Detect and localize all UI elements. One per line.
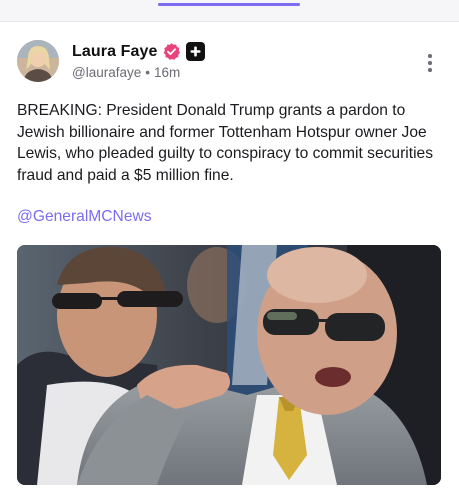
meta-separator: • [145, 65, 150, 80]
author-name-row: Laura Faye [72, 42, 206, 61]
active-tab-indicator [158, 3, 300, 6]
author-avatar[interactable] [17, 40, 59, 82]
author-meta: @laurafaye • 16m [72, 65, 180, 80]
top-tab-bar [0, 0, 459, 22]
plus-badge-icon [186, 42, 206, 61]
post-image[interactable] [17, 245, 441, 485]
author-display-name[interactable]: Laura Faye [72, 43, 157, 61]
mention-link[interactable]: @GeneralMCNews [17, 208, 152, 226]
avatar-photo-icon [17, 40, 59, 82]
more-vertical-icon[interactable] [420, 52, 440, 74]
verified-badge-icon [164, 43, 181, 60]
photo-icon [17, 245, 441, 485]
author-handle[interactable]: @laurafaye [72, 65, 141, 80]
post-card[interactable]: Laura Faye @laurafaye • 16m BREAKING: Pr… [0, 22, 459, 500]
post-timestamp: 16m [153, 65, 181, 80]
post-text: BREAKING: President Donald Trump grants … [17, 102, 434, 184]
